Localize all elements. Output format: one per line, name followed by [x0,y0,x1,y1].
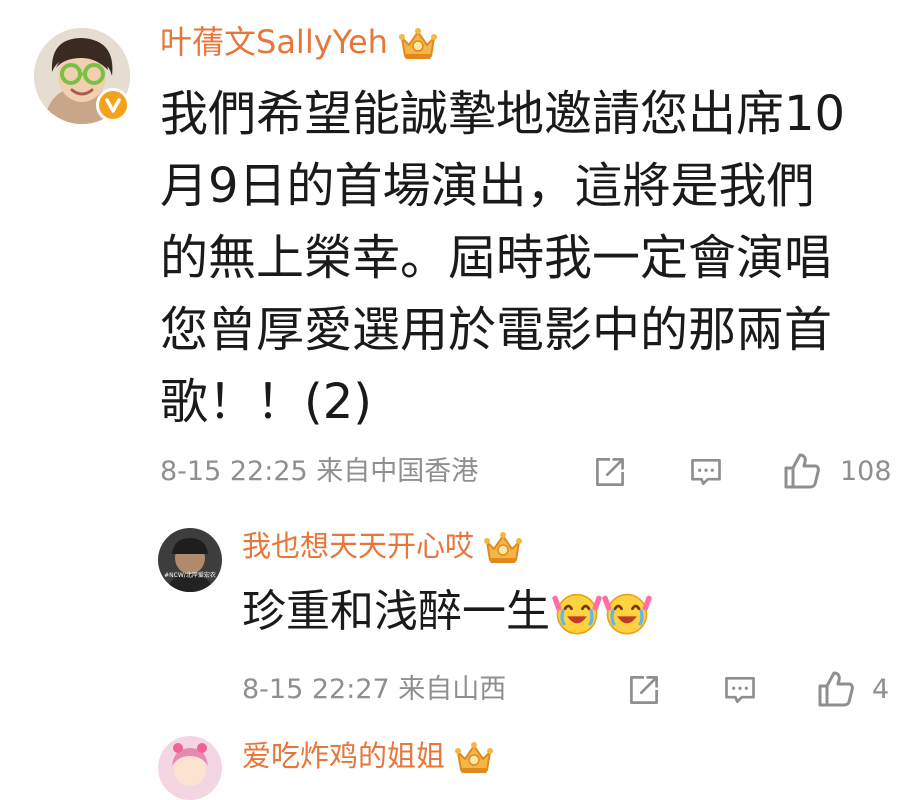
comment-icon [688,454,724,490]
username-text[interactable]: 我也想天天开心哎 [242,529,474,563]
reply-button[interactable] [686,452,726,492]
share-icon [592,454,628,490]
thumbs-up-icon [816,669,856,709]
reply-body-text: 珍重和浅醉一生 [242,586,550,637]
username-text[interactable]: 叶蒨文SallyYeh [160,23,388,61]
comment-body-line: 歌！！(2) [160,374,372,430]
share-button[interactable] [590,452,630,492]
reply-timestamp: 8-15 22:27 [242,674,390,705]
like-count: 108 [840,455,892,487]
avatar-caption: #NCW/北岸爱宏农 [164,572,216,579]
crown-badge-icon [398,24,438,64]
comment-body-line: 的無上榮幸。屆時我一定會演唱 [160,230,833,286]
reply-location: 来自山西 [398,674,507,705]
comment-body-line: 您曾厚愛選用於電影中的那兩首 [160,302,833,358]
comment-location: 来自中国香港 [316,456,479,487]
reply-meta: 8-15 22:27 来自山西 [242,672,506,708]
comment-body-line: 月9日的首場演出，這將是我們 [160,158,815,214]
crown-badge-icon [483,528,523,568]
avatar-reply-user[interactable]: #NCW/北岸爱宏农 [158,528,222,592]
comment-body: 我們希望能誠摯地邀請您出席10 月9日的首場演出，這將是我們 的無上榮幸。屆時我… [160,78,845,438]
like-button[interactable]: 108 [782,450,912,492]
comment-username[interactable]: 叶蒨文SallyYeh [160,20,438,64]
share-button[interactable] [624,670,664,710]
cheering-emoji [552,587,602,637]
pink-cartoon-avatar [158,736,222,800]
avatar-third-user[interactable] [158,736,222,800]
like-button[interactable]: 4 [816,668,912,710]
comment-icon [722,672,758,708]
verified-badge-icon [96,88,130,122]
dark-cap-avatar [158,528,222,592]
comment-body-line: 我們希望能誠摯地邀請您出席10 [160,86,846,142]
reply-button[interactable] [720,670,760,710]
reply-username[interactable]: 我也想天天开心哎 [242,526,523,568]
share-icon [626,672,662,708]
comment-meta: 8-15 22:25 来自中国香港 [160,454,478,490]
username-text[interactable]: 爱吃炸鸡的姐姐 [242,739,445,773]
like-count: 4 [872,673,890,705]
third-username[interactable]: 爱吃炸鸡的姐姐 [242,736,494,778]
cheering-emoji [602,587,652,637]
thumbs-up-icon [782,451,822,491]
crown-badge-icon [454,738,494,778]
comment-timestamp: 8-15 22:25 [160,456,308,487]
reply-body: 珍重和浅醉一生 [242,584,652,640]
